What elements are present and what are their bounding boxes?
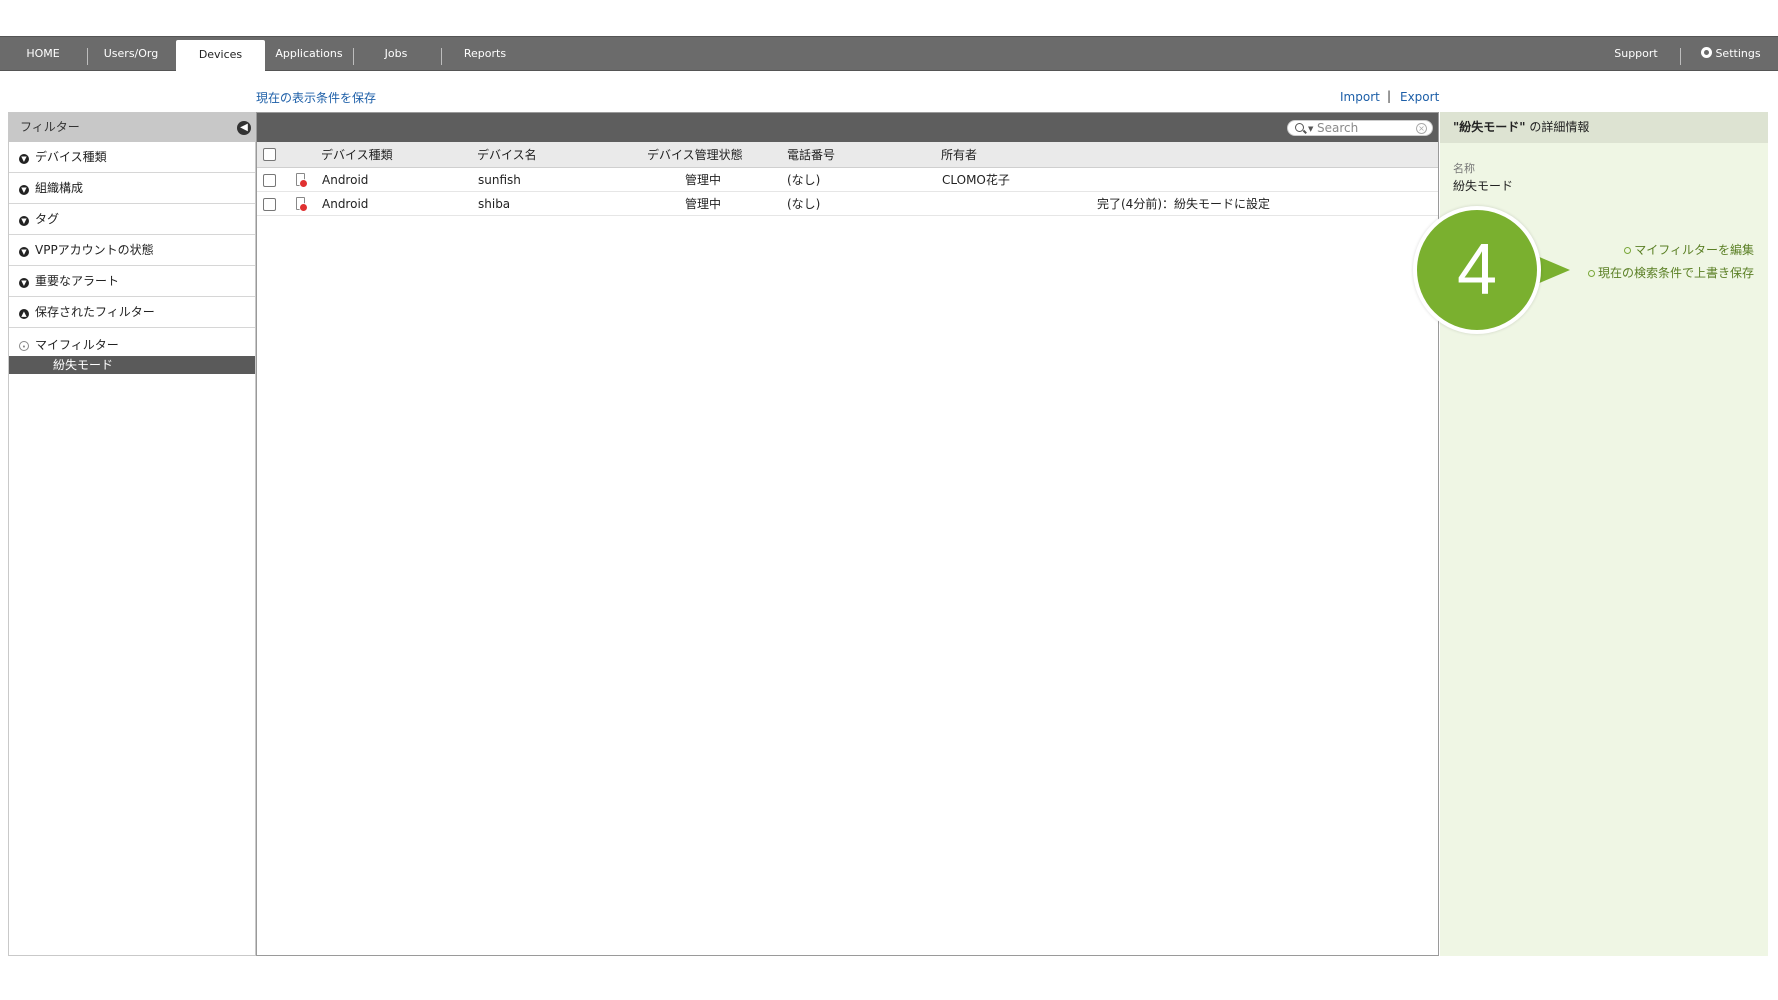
device-alert-icon — [296, 173, 308, 188]
tab-separator — [441, 48, 442, 65]
table-header: デバイス種類 デバイス名 デバイス管理状態 電話番号 所有者 — [257, 142, 1438, 168]
filter-item-label: VPPアカウントの状態 — [35, 243, 154, 257]
edit-my-filter-link[interactable]: マイフィルターを編集 — [1624, 241, 1754, 258]
support-link[interactable]: Support — [1604, 37, 1668, 71]
column-header-management-state[interactable]: デバイス管理状態 — [647, 142, 743, 168]
tab-users-org[interactable]: Users/Org — [95, 37, 167, 71]
detail-title-suffix: の詳細情報 — [1525, 120, 1590, 134]
top-navigation-bar: HOME Users/Org Devices Applications Jobs… — [0, 36, 1778, 72]
chevron-down-icon: ▼ — [19, 185, 29, 195]
gear-icon — [1701, 47, 1713, 58]
filter-panel-title: フィルター — [20, 120, 80, 134]
detail-filter-name: "紛失モード" — [1453, 120, 1526, 134]
cell-device-type: Android — [322, 173, 369, 187]
name-field-value: 紛失モード — [1453, 179, 1514, 193]
circle-bullet-icon — [1624, 247, 1632, 254]
tab-jobs[interactable]: Jobs — [366, 37, 426, 71]
cell-phone-number: (なし) — [787, 197, 821, 211]
caret-down-icon[interactable]: ▼ — [1308, 121, 1313, 137]
column-header-owner[interactable]: 所有者 — [941, 142, 977, 168]
tab-separator — [87, 48, 88, 65]
cell-phone-number: (なし) — [787, 173, 821, 187]
chevron-down-icon: ▼ — [19, 216, 29, 226]
filter-saved-filters[interactable]: ▲ 保存されたフィルター — [9, 297, 255, 328]
tab-separator — [1680, 48, 1681, 65]
search-input[interactable] — [1317, 121, 1413, 135]
filter-item-label: デバイス種類 — [35, 150, 107, 164]
row-checkbox[interactable] — [263, 198, 276, 211]
table-row[interactable]: Android sunfish 管理中 (なし) CLOMO花子 — [257, 168, 1438, 192]
filter-vpp-account-status[interactable]: ▼ VPPアカウントの状態 — [9, 235, 255, 266]
filter-item-label: タグ — [35, 212, 60, 226]
my-filter-item-lost-mode[interactable]: 紛失モード — [9, 356, 255, 374]
cell-device-name: shiba — [478, 197, 511, 211]
detail-panel-header: "紛失モード" の詳細情報 — [1440, 112, 1768, 143]
chevron-down-icon: ▼ — [19, 154, 29, 164]
tab-home[interactable]: HOME — [12, 37, 74, 71]
filter-my-filters[interactable]: • マイフィルター — [9, 328, 255, 356]
name-field-label: 名称 — [1453, 162, 1475, 175]
clear-search-icon[interactable]: × — [1416, 123, 1427, 134]
column-header-device-type[interactable]: デバイス種類 — [321, 142, 393, 168]
table-row[interactable]: Android shiba 管理中 (なし) 完了(4分前)：紛失モードに設定 — [257, 192, 1438, 216]
filter-panel-header: フィルター ◀ — [9, 113, 255, 142]
settings-label: Settings — [1715, 47, 1761, 60]
overwrite-save-link[interactable]: 現在の検索条件で上書き保存 — [1587, 264, 1754, 281]
settings-link[interactable]: Settings — [1690, 37, 1772, 71]
export-link[interactable]: Export — [1400, 90, 1439, 104]
chevron-up-icon: ▲ — [19, 309, 29, 319]
cell-management-state: 管理中 — [685, 173, 722, 187]
search-icon — [1295, 123, 1304, 132]
cell-owner: CLOMO花子 — [942, 173, 1010, 187]
chevron-down-icon: ▼ — [19, 278, 29, 288]
filter-tag[interactable]: ▼ タグ — [9, 204, 255, 235]
column-header-device-name[interactable]: デバイス名 — [477, 142, 537, 168]
circle-bullet-icon — [1587, 270, 1595, 277]
save-current-view-link[interactable]: 現在の表示条件を保存 — [256, 89, 376, 106]
filter-item-label: 保存されたフィルター — [35, 305, 155, 319]
row-checkbox[interactable] — [263, 174, 276, 187]
column-header-phone-number[interactable]: 電話番号 — [787, 142, 835, 168]
device-alert-icon — [296, 197, 308, 212]
chevron-down-icon: ▼ — [19, 247, 29, 257]
overwrite-save-label: 現在の検索条件で上書き保存 — [1597, 266, 1754, 280]
filter-device-type[interactable]: ▼ デバイス種類 — [9, 142, 255, 173]
tab-reports[interactable]: Reports — [455, 37, 515, 71]
filter-panel: フィルター ◀ ▼ デバイス種類 ▼ 組織構成 ▼ タグ ▼ VPPアカウントの状態 ▼… — [8, 112, 256, 956]
step-callout-badge: 4 — [1413, 206, 1541, 334]
cell-device-name: sunfish — [478, 173, 521, 187]
cell-device-type: Android — [322, 197, 369, 211]
filter-item-label: マイフィルター — [35, 338, 119, 352]
edit-my-filter-label: マイフィルターを編集 — [1634, 243, 1754, 257]
cell-management-state: 管理中 — [685, 197, 722, 211]
filter-item-label: 組織構成 — [35, 181, 84, 195]
tab-devices[interactable]: Devices — [176, 40, 265, 72]
import-export-separator: | — [1387, 89, 1392, 103]
filter-organization[interactable]: ▼ 組織構成 — [9, 173, 255, 204]
collapse-panel-icon[interactable]: ◀ — [237, 121, 251, 135]
import-link[interactable]: Import — [1340, 90, 1380, 104]
device-list-panel: ▼ × デバイス種類 デバイス名 デバイス管理状態 電話番号 所有者 Andro… — [256, 112, 1439, 956]
search-box[interactable]: ▼ × — [1287, 120, 1433, 136]
cell-job-status: 完了(4分前)：紛失モードに設定 — [1097, 197, 1270, 211]
tab-applications[interactable]: Applications — [272, 37, 346, 71]
device-list-toolbar: ▼ × — [257, 113, 1438, 142]
tab-separator — [353, 48, 354, 65]
step-number: 4 — [1456, 230, 1498, 310]
radio-dot-icon: • — [19, 341, 29, 351]
select-all-checkbox[interactable] — [263, 148, 276, 161]
filter-item-label: 重要なアラート — [35, 274, 120, 288]
filter-important-alerts[interactable]: ▼ 重要なアラート — [9, 266, 255, 297]
